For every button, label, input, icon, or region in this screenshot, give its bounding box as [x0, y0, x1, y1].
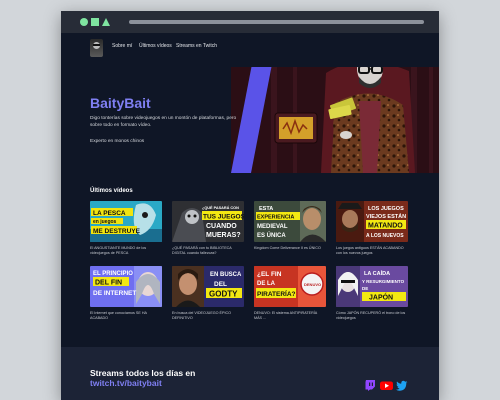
hero-subtitle: Experto en monos chinos — [90, 139, 145, 144]
hero-description: Digo tonterías sobre videojuegos en un m… — [90, 116, 237, 128]
youtube-icon[interactable] — [380, 378, 393, 396]
svg-text:ES ÚNICA: ES ÚNICA — [257, 232, 286, 239]
address-bar[interactable] — [129, 20, 424, 24]
svg-text:en juegos: en juegos — [93, 219, 117, 225]
nav-link-twitch[interactable]: Streams en Twitch — [176, 43, 217, 49]
video-caption[interactable]: Cómo JAPÓN RECUPERÓ el trono de los vide… — [336, 311, 408, 321]
svg-text:EL PRINCIPIO: EL PRINCIPIO — [93, 271, 133, 277]
svg-text:DE INTERNET: DE INTERNET — [93, 290, 136, 297]
svg-text:VIEJOS ESTÁN: VIEJOS ESTÁN — [366, 213, 406, 220]
video-card[interactable]: DENUVO ¿EL FIN DE LA PIRATERÍA? DENUVO: … — [254, 266, 326, 321]
footer-heading: Streams todos los días en — [90, 368, 196, 378]
svg-text:DEL: DEL — [214, 281, 227, 288]
svg-text:Y RESURGIMIENTO: Y RESURGIMIENTO — [362, 279, 405, 284]
videos-section-title: Últimos vídeos — [90, 188, 133, 194]
page-title: BaityBait — [90, 95, 151, 111]
browser-window: BaityBait Digo tonterías sobre videojueg… — [61, 11, 439, 400]
video-thumbnail[interactable]: ¿QUÉ PASARÁ CON TUS JUEGOS CUANDO MUERAS… — [172, 201, 244, 242]
avatar[interactable] — [90, 39, 103, 57]
video-caption[interactable]: ¿QUÉ PASARÁ con tu BIBLIOTECA DIGITAL cu… — [172, 246, 244, 256]
svg-text:¿QUÉ PASARÁ CON: ¿QUÉ PASARÁ CON — [202, 205, 239, 210]
video-thumbnail[interactable]: ESTA EXPERIENCIA MEDIEVAL ES ÚNICA — [254, 201, 326, 242]
video-card[interactable]: LOS JUEGOS VIEJOS ESTÁN MATANDO A LOS NU… — [336, 201, 408, 256]
svg-text:ESTA: ESTA — [259, 206, 273, 212]
svg-text:LA CAÍDA: LA CAÍDA — [364, 269, 390, 277]
video-card[interactable]: LA PESCA en juegos ME DESTRUYE El ANGUST… — [90, 201, 162, 256]
svg-text:DENUVO: DENUVO — [304, 282, 321, 287]
twitch-link[interactable]: twitch.tv/baitybait — [90, 378, 162, 388]
twitch-icon[interactable] — [365, 378, 376, 396]
video-thumbnail[interactable]: LOS JUEGOS VIEJOS ESTÁN MATANDO A LOS NU… — [336, 201, 408, 242]
video-card[interactable]: EL PRINCIPIO DEL FIN DE INTERNET El Inte… — [90, 266, 162, 321]
svg-text:CUANDO: CUANDO — [206, 223, 237, 230]
svg-text:A LOS NUEVOS: A LOS NUEVOS — [366, 233, 404, 239]
svg-text:DE LA: DE LA — [257, 281, 276, 287]
svg-text:EXPERIENCIA: EXPERIENCIA — [257, 215, 294, 221]
triangle-icon[interactable] — [102, 18, 110, 26]
svg-text:MEDIEVAL: MEDIEVAL — [257, 224, 288, 230]
video-caption[interactable]: En busca del VIDEOJUEGO ÉPICO DEFINITIVO — [172, 311, 244, 321]
video-caption[interactable]: DENUVO: El sistema ANTIPIRATERÍA MÁS ... — [254, 311, 326, 321]
video-thumbnail[interactable]: EL PRINCIPIO DEL FIN DE INTERNET — [90, 266, 162, 307]
video-card[interactable]: EN BUSCA DEL GODTY En busca del VIDEOJUE… — [172, 266, 244, 321]
svg-text:ME DESTRUYE: ME DESTRUYE — [93, 228, 141, 235]
svg-text:DE: DE — [362, 286, 368, 291]
svg-text:GODTY: GODTY — [209, 290, 238, 299]
video-thumbnail[interactable]: LA PESCA en juegos ME DESTRUYE — [90, 201, 162, 242]
video-thumbnail[interactable]: LA CAÍDA Y RESURGIMIENTO DE JAPÓN — [336, 266, 408, 307]
video-card[interactable]: ¿QUÉ PASARÁ CON TUS JUEGOS CUANDO MUERAS… — [172, 201, 244, 256]
svg-text:EN BUSCA: EN BUSCA — [210, 272, 242, 278]
window-titlebar — [61, 11, 439, 33]
video-thumbnail[interactable]: DENUVO ¿EL FIN DE LA PIRATERÍA? — [254, 266, 326, 307]
nav-link-videos[interactable]: Últimos vídeos — [139, 43, 172, 49]
svg-text:MUERAS?: MUERAS? — [206, 232, 241, 239]
svg-text:LOS JUEGOS: LOS JUEGOS — [368, 206, 404, 212]
nav-link-about[interactable]: Sobre mí — [112, 43, 132, 49]
svg-text:DEL FIN: DEL FIN — [95, 280, 122, 287]
footer: Streams todos los días en twitch.tv/bait… — [61, 347, 439, 400]
top-nav: Sobre mí Últimos vídeos Streams en Twitc… — [61, 33, 439, 67]
svg-text:LA PESCA: LA PESCA — [93, 210, 126, 217]
svg-text:¿EL FIN: ¿EL FIN — [257, 271, 282, 278]
video-caption[interactable]: Kingdom Come Deliverance II es ÚNICO — [254, 246, 326, 251]
video-thumbnail[interactable]: EN BUSCA DEL GODTY — [172, 266, 244, 307]
svg-text:TUS JUEGOS: TUS JUEGOS — [203, 214, 244, 221]
video-caption[interactable]: El Internet que conocíamos SE HA ACABADO — [90, 311, 162, 321]
svg-text:MATANDO: MATANDO — [368, 223, 403, 230]
svg-text:JAPÓN: JAPÓN — [369, 293, 393, 302]
square-icon[interactable] — [91, 18, 99, 26]
video-caption[interactable]: El ANGUSTIANTE MUNDO de los videojuegos … — [90, 246, 162, 256]
video-card[interactable]: LA CAÍDA Y RESURGIMIENTO DE JAPÓN Cómo J… — [336, 266, 408, 321]
circle-icon[interactable] — [80, 18, 88, 26]
video-caption[interactable]: Los juegos antiguos ESTÁN ACABANDO con l… — [336, 246, 408, 256]
twitter-icon[interactable] — [396, 378, 408, 396]
video-card[interactable]: ESTA EXPERIENCIA MEDIEVAL ES ÚNICA Kingd… — [254, 201, 326, 251]
svg-text:PIRATERÍA?: PIRATERÍA? — [257, 289, 296, 298]
